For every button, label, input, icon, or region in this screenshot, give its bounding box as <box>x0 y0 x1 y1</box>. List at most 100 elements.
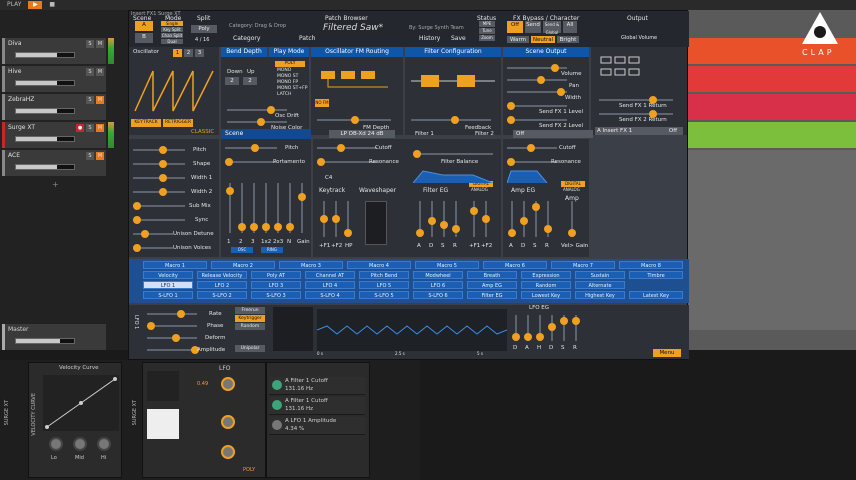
mixer-osc1-slider[interactable] <box>226 183 234 233</box>
feg-attack-slider[interactable] <box>416 201 424 237</box>
aeg-release-slider[interactable] <box>544 201 552 237</box>
feg-f1-slider[interactable] <box>470 201 478 237</box>
play-mode-mono[interactable]: MONO <box>277 68 291 73</box>
volume-slider[interactable] <box>507 64 567 72</box>
play-mode-mono-st-fp[interactable]: MONO ST+FP <box>277 86 307 91</box>
mod-slfo-1[interactable]: S-LFO 1 <box>143 291 193 299</box>
lfo-device-poly[interactable]: POLY <box>243 467 255 473</box>
mute-button[interactable]: M <box>96 96 104 104</box>
lfo-mode-random[interactable]: Random <box>235 323 265 330</box>
sub-mix-slider[interactable] <box>133 202 185 210</box>
clip[interactable] <box>688 150 856 330</box>
mod-lowest-key[interactable]: Lowest Key <box>521 291 571 299</box>
mid-knob[interactable] <box>73 437 87 451</box>
scene-a-button[interactable]: A <box>135 21 153 31</box>
send-fx2-slider[interactable] <box>507 116 567 124</box>
width1-slider[interactable] <box>133 174 185 182</box>
lfo-mode-keytrigger[interactable]: Keytrigger <box>235 315 265 322</box>
macro-6[interactable]: Macro 6 <box>483 261 547 269</box>
cutoff2-slider[interactable] <box>507 144 557 152</box>
play-mode-poly[interactable]: POLY <box>275 61 305 67</box>
zoom-button[interactable]: Zoom <box>479 35 495 41</box>
send-fx1-slider[interactable] <box>507 102 567 110</box>
feg-sustain-slider[interactable] <box>440 201 448 237</box>
mute-button[interactable]: M <box>96 68 104 76</box>
track-diva[interactable]: Diva SM <box>2 38 106 64</box>
clip[interactable] <box>688 122 856 148</box>
mod-velocity[interactable]: Velocity <box>143 271 193 279</box>
fx-bypass-off[interactable]: Off <box>507 21 523 33</box>
send-fx1-return-slider[interactable] <box>599 96 673 104</box>
pitch-slider[interactable] <box>133 146 185 154</box>
poly-button[interactable]: Poly <box>191 25 217 33</box>
mpe-button[interactable]: MPE <box>479 21 495 27</box>
mod-alternate[interactable]: Alternate <box>575 281 625 289</box>
patch-name[interactable]: Filtered Saw* <box>323 23 383 33</box>
play-label[interactable]: PLAY <box>4 1 24 9</box>
noise-color-slider[interactable] <box>227 118 287 126</box>
mod-filter-eg[interactable]: Filter EG <box>467 291 517 299</box>
mod-channel-at[interactable]: Channel AT <box>305 271 355 279</box>
mod-slfo-2[interactable]: S-LFO 2 <box>197 291 247 299</box>
clip[interactable] <box>688 94 856 120</box>
lfo-unipolar-button[interactable]: Unipolar <box>235 345 265 352</box>
add-track-icon[interactable]: + <box>52 180 59 189</box>
aeg-analog-button[interactable]: ANALOG <box>563 187 580 192</box>
mod-lfo-4[interactable]: LFO 4 <box>305 281 355 289</box>
filter1-type-selector[interactable]: LP OB-Xd 24 dB <box>329 130 395 138</box>
character-neutral[interactable]: Neutral <box>531 36 555 43</box>
portamento-slider[interactable] <box>225 158 277 166</box>
mod-pitch-bend[interactable]: Pitch Bend <box>359 271 409 279</box>
keytrack-value[interactable]: C4 <box>325 175 332 181</box>
keytrack-f1-slider[interactable] <box>320 201 328 237</box>
mod-latest-key[interactable]: Latest Key <box>629 291 683 299</box>
volume-fader[interactable] <box>15 52 75 58</box>
mod-modwheel[interactable]: Modwheel <box>413 271 463 279</box>
play-mode-mono-st[interactable]: MONO ST <box>277 74 298 79</box>
track-master[interactable]: Master <box>2 324 106 350</box>
lfo-device-knob[interactable] <box>221 377 235 391</box>
menu-button[interactable]: Menu <box>653 349 681 357</box>
osc-3-button[interactable]: 3 <box>195 49 204 57</box>
play-mode-mono-fp[interactable]: MONO FP <box>277 80 298 85</box>
feg-decay-slider[interactable] <box>428 201 436 237</box>
keytrack-hp-slider[interactable] <box>344 201 352 237</box>
resonance-slider[interactable] <box>317 158 377 166</box>
lfo-eg-hold-slider[interactable] <box>536 315 544 341</box>
lfo-rate-slider[interactable] <box>147 310 197 318</box>
mod-amp-eg[interactable]: Amp EG <box>467 281 517 289</box>
velocity-curve-display[interactable] <box>43 375 119 431</box>
fx-bypass-all[interactable]: All <box>563 21 577 33</box>
filter-balance-slider[interactable] <box>413 150 493 158</box>
fx-bypass-send-global[interactable]: Send & Global <box>543 21 561 35</box>
scene-pitch-slider[interactable] <box>225 144 277 152</box>
macro-8[interactable]: Macro 8 <box>619 261 683 269</box>
mixer-ring23-slider[interactable] <box>274 183 282 233</box>
cutoff-slider[interactable] <box>317 144 377 152</box>
mod-expression[interactable]: Expression <box>521 271 571 279</box>
width-slider[interactable] <box>507 88 567 96</box>
volume-fader[interactable] <box>15 338 75 344</box>
vel-gain-slider[interactable] <box>568 201 576 237</box>
aeg-sustain-slider[interactable] <box>532 201 540 237</box>
lfo-eg-delay-slider[interactable] <box>512 315 520 341</box>
osc-type[interactable]: CLASSIC <box>191 129 214 135</box>
track-zebrahz[interactable]: ZebraHZ SM <box>2 94 106 120</box>
fm-route-button[interactable]: NO FM <box>315 99 329 107</box>
osc-1-button[interactable]: 1 <box>173 49 182 57</box>
pan-slider[interactable] <box>507 76 567 84</box>
macro-5[interactable]: Macro 5 <box>415 261 479 269</box>
mod-poly-at[interactable]: Poly AT <box>251 271 301 279</box>
mod-target-row[interactable]: A Filter 1 Cutoff 131.16 Hz <box>269 397 365 415</box>
mixer-gain-slider[interactable] <box>298 183 306 233</box>
lfo-device-rate[interactable]: 0.49 <box>197 381 208 387</box>
lfo-eg-attack-slider[interactable] <box>524 315 532 341</box>
keytrack-f2-slider[interactable] <box>332 201 340 237</box>
mod-lfo-2[interactable]: LFO 2 <box>197 281 247 289</box>
sync-slider[interactable] <box>133 216 185 224</box>
solo-button[interactable]: S <box>86 124 94 132</box>
lfo-device-shape[interactable] <box>147 409 179 439</box>
osc-2-button[interactable]: 2 <box>184 49 193 57</box>
mod-slfo-5[interactable]: S-LFO 5 <box>359 291 409 299</box>
mode-chan-split[interactable]: Chan Split <box>161 33 183 38</box>
